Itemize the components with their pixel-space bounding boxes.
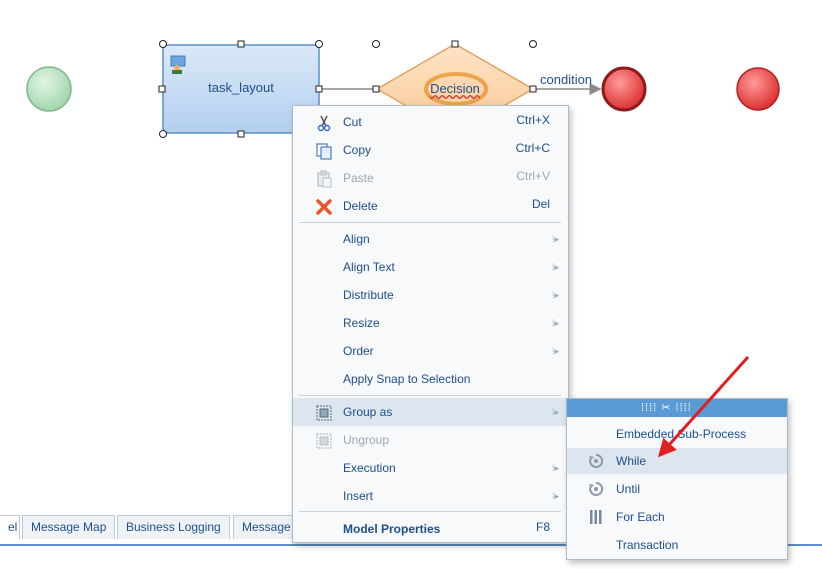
submenu-arrow-icon: ⁞▸ [551, 463, 559, 473]
menu-item-label: Delete [343, 199, 378, 213]
menu-item-label: Copy [343, 143, 372, 157]
menu-item-execution[interactable]: Execution ⁞▸ [293, 454, 568, 482]
tab-message[interactable]: Message [233, 515, 299, 539]
menu-item-label: Align Text [343, 260, 395, 274]
shortcut-text: Ctrl+V [516, 169, 550, 183]
drag-handle-icon: ⁞⁞⁞⁞ ✂ ⁞⁞⁞⁞ [641, 402, 692, 414]
menu-separator [299, 222, 561, 223]
submenu-arrow-icon: ⁞▸ [551, 407, 559, 417]
delete-x-icon [316, 199, 332, 215]
menu-item-order[interactable]: Order ⁞▸ [293, 337, 568, 365]
menu-item-label: Apply Snap to Selection [343, 372, 471, 386]
menu-item-label: Model Properties [343, 522, 441, 536]
end-event[interactable] [601, 66, 647, 112]
context-menu: Cut Ctrl+X Copy Ctrl+C Paste Ctrl+V Dele… [292, 105, 569, 543]
submenu-arrow-icon: ⁞▸ [551, 318, 559, 328]
condition-label: condition [540, 72, 593, 87]
end-event[interactable] [736, 67, 780, 111]
decision-label: Decision [430, 81, 480, 96]
menu-item-ungroup[interactable]: Ungroup [293, 426, 568, 454]
submenu-item-label: While [616, 454, 647, 468]
menu-separator [299, 395, 561, 396]
group-as-submenu: ⁞⁞⁞⁞ ✂ ⁞⁞⁞⁞ Embedded Sub-Process While U… [566, 398, 788, 560]
submenu-item-while[interactable]: While [567, 448, 787, 474]
tab-business-logging[interactable]: Business Logging [117, 515, 230, 539]
menu-item-delete[interactable]: Delete Del [293, 192, 568, 220]
loop-icon [589, 453, 604, 468]
copy-icon [316, 143, 332, 160]
submenu-arrow-icon: ⁞▸ [551, 234, 559, 244]
menu-item-apply-snap[interactable]: Apply Snap to Selection [293, 365, 568, 393]
tab-message-map[interactable]: Message Map [22, 515, 115, 539]
submenu-item-label: Transaction [616, 538, 679, 552]
menu-item-label: Ungroup [343, 433, 390, 447]
submenu-item-label: Until [616, 482, 641, 496]
submenu-item-for-each[interactable]: For Each [567, 504, 787, 530]
menu-item-distribute[interactable]: Distribute ⁞▸ [293, 281, 568, 309]
submenu-arrow-icon: ⁞▸ [551, 491, 559, 501]
menu-item-label: Group as [343, 405, 393, 419]
shortcut-text: F8 [535, 520, 550, 534]
submenu-arrow-icon: ⁞▸ [551, 262, 559, 272]
submenu-item-label: For Each [616, 510, 665, 524]
menu-item-resize[interactable]: Resize ⁞▸ [293, 309, 568, 337]
foreach-icon [590, 510, 602, 524]
submenu-item-transaction[interactable]: Transaction [567, 532, 787, 558]
menu-item-align-text[interactable]: Align Text ⁞▸ [293, 253, 568, 281]
menu-item-paste[interactable]: Paste Ctrl+V [293, 164, 568, 192]
submenu-arrow-icon: ⁞▸ [551, 346, 559, 356]
menu-item-label: Insert [343, 489, 374, 503]
menu-item-group-as[interactable]: Group as ⁞▸ [293, 398, 568, 426]
menu-item-align[interactable]: Align ⁞▸ [293, 225, 568, 253]
task-label: task_layout [208, 80, 274, 95]
tab-model[interactable]: el [0, 515, 20, 539]
submenu-arrow-icon: ⁞▸ [551, 290, 559, 300]
menu-item-label: Paste [343, 171, 374, 185]
menu-separator [299, 511, 561, 512]
scissors-icon [317, 115, 331, 132]
menu-item-model-properties[interactable]: Model Properties F8 [293, 515, 568, 543]
shortcut-text: Ctrl+C [515, 141, 550, 155]
menu-item-copy[interactable]: Copy Ctrl+C [293, 136, 568, 164]
menu-item-label: Resize [343, 316, 380, 330]
submenu-item-until[interactable]: Until [567, 476, 787, 502]
menu-item-insert[interactable]: Insert ⁞▸ [293, 482, 568, 510]
ungroup-icon [316, 433, 332, 449]
paste-icon [317, 170, 332, 188]
menu-item-label: Align [343, 232, 370, 246]
shortcut-text: Del [531, 197, 550, 211]
submenu-header[interactable]: ⁞⁞⁞⁞ ✂ ⁞⁞⁞⁞ [567, 399, 787, 417]
shortcut-text: Ctrl+X [516, 113, 550, 127]
submenu-item-label: Embedded Sub-Process [616, 427, 747, 441]
menu-item-label: Order [343, 344, 374, 358]
group-icon [316, 405, 332, 421]
loop-icon [589, 481, 604, 496]
menu-item-label: Distribute [343, 288, 394, 302]
start-event[interactable] [26, 66, 72, 112]
menu-item-label: Cut [343, 115, 362, 129]
menu-item-label: Execution [343, 461, 396, 475]
menu-item-cut[interactable]: Cut Ctrl+X [293, 108, 568, 136]
submenu-item-embedded-sub-process[interactable]: Embedded Sub-Process [567, 421, 787, 447]
